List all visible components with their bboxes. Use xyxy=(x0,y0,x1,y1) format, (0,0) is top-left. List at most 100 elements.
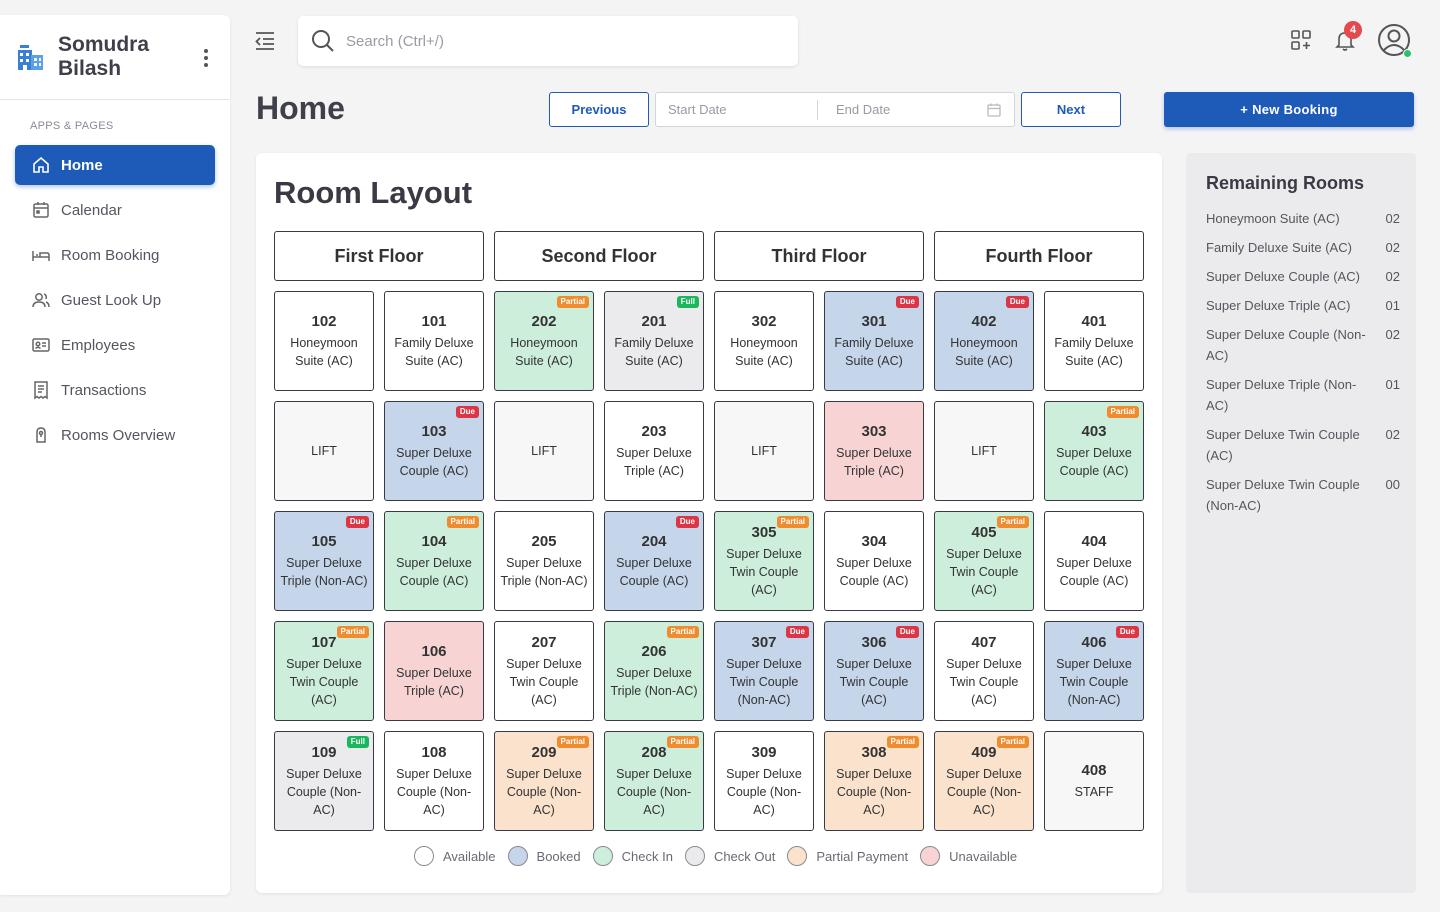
floor-header[interactable]: First Floor xyxy=(274,231,484,281)
legend-swatch xyxy=(787,846,808,866)
next-button[interactable]: Next xyxy=(1021,92,1121,127)
payment-status-badge: Full xyxy=(676,296,699,308)
room-card[interactable]: 406 Super Deluxe Twin Couple (Non-AC) Due xyxy=(1044,621,1144,721)
date-range-picker[interactable]: Start Date End Date xyxy=(655,92,1015,127)
room-number: 406 xyxy=(1081,633,1107,651)
room-number: 304 xyxy=(861,532,887,550)
room-card[interactable]: 305 Super Deluxe Twin Couple (AC) Partial xyxy=(714,511,814,611)
apps-grid-icon[interactable] xyxy=(1284,22,1318,58)
room-card[interactable]: 108 Super Deluxe Couple (Non-AC) xyxy=(384,731,484,831)
room-card[interactable]: 209 Super Deluxe Couple (Non-AC) Partial xyxy=(494,731,594,831)
search-input[interactable] xyxy=(346,32,766,50)
room-card[interactable]: 301 Family Deluxe Suite (AC) Due xyxy=(824,291,924,391)
room-type: Super Deluxe Twin Couple (AC) xyxy=(946,546,1022,597)
room-card[interactable]: 101 Family Deluxe Suite (AC) xyxy=(384,291,484,391)
room-card[interactable]: 107 Super Deluxe Twin Couple (AC) Partial xyxy=(274,621,374,721)
room-type: Honeymoon Suite (AC) xyxy=(730,335,798,368)
room-card[interactable]: 205 Super Deluxe Triple (Non-AC) xyxy=(494,511,594,611)
room-type: Super Deluxe Twin Couple (AC) xyxy=(726,546,802,597)
sidebar-item-guest-look-up[interactable]: Guest Look Up xyxy=(15,280,215,320)
room-card[interactable]: 207 Super Deluxe Twin Couple (AC) xyxy=(494,621,594,721)
sidebar-item-calendar[interactable]: Calendar xyxy=(15,190,215,230)
floor-header[interactable]: Fourth Floor xyxy=(934,231,1144,281)
room-card[interactable]: 308 Super Deluxe Couple (Non-AC) Partial xyxy=(824,731,924,831)
payment-status-badge: Partial xyxy=(666,736,699,748)
new-booking-button[interactable]: + New Booking xyxy=(1164,92,1414,127)
room-number: 209 xyxy=(531,743,557,761)
sidebar-item-home[interactable]: Home xyxy=(15,145,215,185)
room-number: 201 xyxy=(641,312,667,330)
floor-header[interactable]: Second Floor xyxy=(494,231,704,281)
room-card[interactable]: 304 Super Deluxe Couple (AC) xyxy=(824,511,924,611)
calendar-icon[interactable] xyxy=(986,102,1002,118)
room-card[interactable]: 302 Honeymoon Suite (AC) xyxy=(714,291,814,391)
room-type: Family Deluxe Suite (AC) xyxy=(834,335,914,368)
room-number: 306 xyxy=(861,633,887,651)
lift-block: LIFT xyxy=(494,401,594,501)
room-number: 109 xyxy=(311,743,337,761)
room-card[interactable]: 105 Super Deluxe Triple (Non-AC) Due xyxy=(274,511,374,611)
legend-swatch xyxy=(684,846,705,866)
room-card[interactable]: 109 Super Deluxe Couple (Non-AC) Full xyxy=(274,731,374,831)
remaining-room-row: Super Deluxe Twin Couple (AC) 02 xyxy=(1206,424,1400,466)
sidebar-item-label: Home xyxy=(61,156,103,174)
remaining-room-row: Family Deluxe Suite (AC) 02 xyxy=(1206,237,1400,258)
search-bar[interactable] xyxy=(298,16,798,66)
sidebar-item-rooms-overview[interactable]: Rooms Overview xyxy=(15,415,215,455)
room-card[interactable]: 303 Super Deluxe Triple (AC) xyxy=(824,401,924,501)
room-type-name: Super Deluxe Triple (AC) xyxy=(1206,298,1351,313)
page-title: Home xyxy=(256,90,345,126)
room-type: Super Deluxe Triple (AC) xyxy=(836,445,912,478)
user-avatar[interactable] xyxy=(1376,22,1412,58)
menu-collapse-icon[interactable] xyxy=(253,30,277,52)
room-card[interactable]: 404 Super Deluxe Couple (AC) xyxy=(1044,511,1144,611)
room-card[interactable]: 206 Super Deluxe Triple (Non-AC) Partial xyxy=(604,621,704,721)
start-date-field[interactable]: Start Date xyxy=(656,99,818,120)
room-card[interactable]: 102 Honeymoon Suite (AC) xyxy=(274,291,374,391)
more-vertical-icon[interactable] xyxy=(204,49,208,70)
room-number: 208 xyxy=(641,743,667,761)
room-card[interactable]: 309 Super Deluxe Couple (Non-AC) xyxy=(714,731,814,831)
room-number: 106 xyxy=(421,642,447,660)
room-type: Super Deluxe Twin Couple (Non-AC) xyxy=(726,656,802,707)
room-card[interactable]: 106 Super Deluxe Triple (AC) xyxy=(384,621,484,721)
room-card[interactable]: 104 Super Deluxe Couple (AC) Partial xyxy=(384,511,484,611)
notification-bell-icon[interactable]: 4 xyxy=(1328,21,1362,58)
room-card[interactable]: 403 Super Deluxe Couple (AC) Partial xyxy=(1044,401,1144,501)
lift-label: LIFT xyxy=(971,444,997,458)
legend-label: Booked xyxy=(536,848,581,864)
sidebar-item-employees[interactable]: Employees xyxy=(15,325,215,365)
notification-count-badge: 4 xyxy=(1344,21,1362,39)
room-number: 308 xyxy=(861,743,887,761)
room-card[interactable]: 103 Super Deluxe Couple (AC) Due xyxy=(384,401,484,501)
room-count: 01 xyxy=(1385,298,1400,313)
room-card[interactable]: 307 Super Deluxe Twin Couple (Non-AC) Due xyxy=(714,621,814,721)
payment-status-badge: Partial xyxy=(776,516,809,528)
payment-status-badge: Due xyxy=(785,626,809,638)
sidebar-item-transactions[interactable]: Transactions xyxy=(15,370,215,410)
sidebar-nav: Home Calendar Room Booking Guest Look Up… xyxy=(0,145,230,455)
room-card[interactable]: 201 Family Deluxe Suite (AC) Full xyxy=(604,291,704,391)
home-icon xyxy=(31,155,51,175)
room-card[interactable]: 407 Super Deluxe Twin Couple (AC) xyxy=(934,621,1034,721)
room-type: Super Deluxe Triple (AC) xyxy=(616,445,692,478)
room-card[interactable]: 204 Super Deluxe Couple (AC) Due xyxy=(604,511,704,611)
room-card[interactable]: 408 STAFF xyxy=(1044,731,1144,831)
payment-status-badge: Partial xyxy=(556,736,589,748)
remaining-rooms-list: Honeymoon Suite (AC) 02 Family Deluxe Suit… xyxy=(1206,208,1400,516)
room-card[interactable]: 409 Super Deluxe Couple (Non-AC) Partial xyxy=(934,731,1034,831)
floor-header[interactable]: Third Floor xyxy=(714,231,924,281)
room-card[interactable]: 202 Honeymoon Suite (AC) Partial xyxy=(494,291,594,391)
top-icons: 4 xyxy=(1274,21,1412,58)
room-type: Super Deluxe Twin Couple (AC) xyxy=(506,656,582,707)
previous-button[interactable]: Previous xyxy=(549,92,649,127)
room-card[interactable]: 405 Super Deluxe Twin Couple (AC) Partial xyxy=(934,511,1034,611)
room-card[interactable]: 401 Family Deluxe Suite (AC) xyxy=(1044,291,1144,391)
room-card[interactable]: 306 Super Deluxe Twin Couple (AC) Due xyxy=(824,621,924,721)
room-count: 02 xyxy=(1385,327,1400,342)
sidebar-item-room-booking[interactable]: Room Booking xyxy=(15,235,215,275)
room-card[interactable]: 402 Honeymoon Suite (AC) Due xyxy=(934,291,1034,391)
room-card[interactable]: 208 Super Deluxe Couple (Non-AC) Partial xyxy=(604,731,704,831)
room-card[interactable]: 203 Super Deluxe Triple (AC) xyxy=(604,401,704,501)
end-date-field[interactable]: End Date xyxy=(818,100,986,120)
